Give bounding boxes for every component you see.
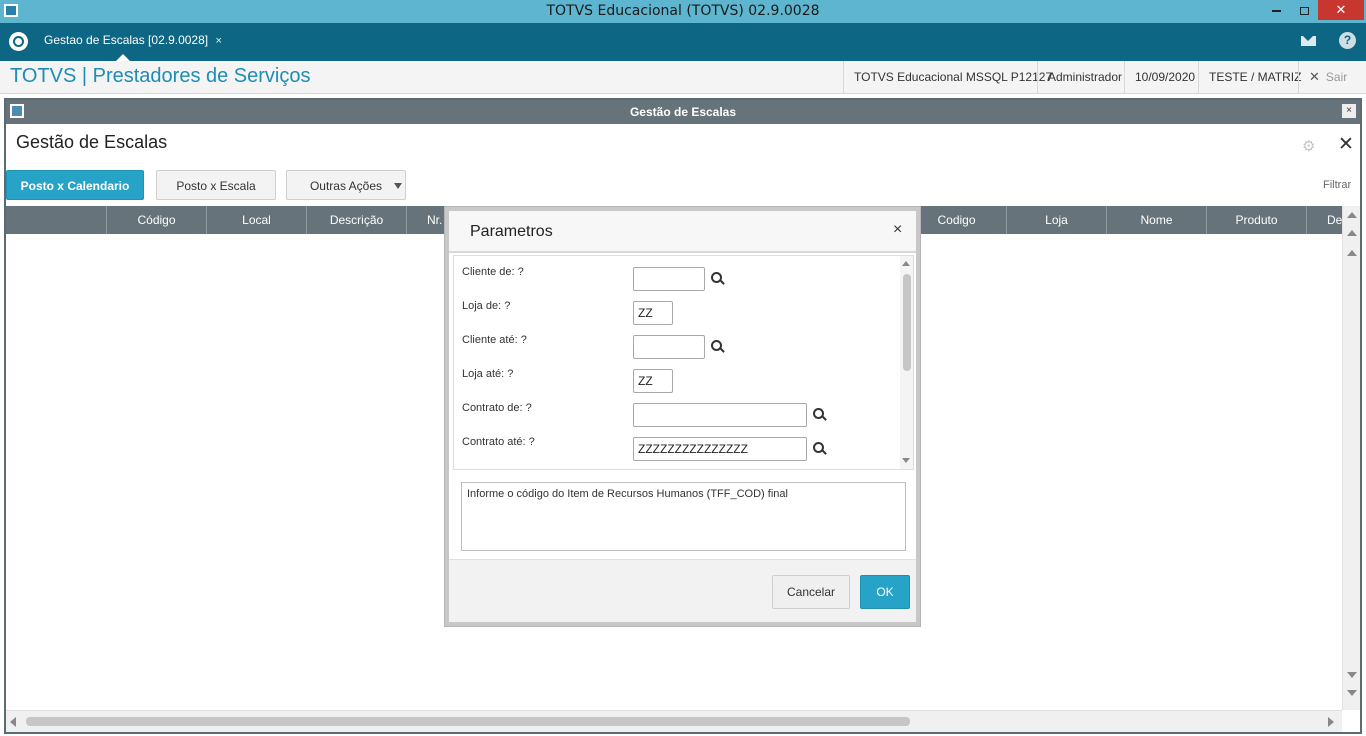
params-panel: Cliente de: ? Loja de: ? ZZ Cliente até:… xyxy=(453,255,914,470)
cliente-ate-input[interactable] xyxy=(633,335,705,359)
logout-icon: ✕ xyxy=(1309,69,1320,84)
scroll-up-icon[interactable] xyxy=(902,261,910,266)
ok-button[interactable]: OK xyxy=(860,575,910,609)
grid-col-codigo-cliente[interactable]: Codigo xyxy=(906,206,1006,234)
outras-acoes-button[interactable]: Outras Ações xyxy=(286,170,406,200)
grid-col-codigo[interactable]: Código xyxy=(106,206,206,234)
scroll-down-icon[interactable] xyxy=(902,458,910,463)
scroll-down-icon[interactable] xyxy=(1347,672,1357,678)
tab-label: Gestao de Escalas [02.9.0028] xyxy=(44,33,209,47)
param-label-loja-ate: Loja até: ? xyxy=(462,368,514,380)
loja-de-input[interactable]: ZZ xyxy=(633,301,673,325)
loja-ate-input[interactable]: ZZ xyxy=(633,369,673,393)
window-titlebar: TOTVS Educacional (TOTVS) 02.9.0028 ✕ xyxy=(0,0,1366,23)
param-label-loja-de: Loja de: ? xyxy=(462,300,511,312)
search-icon[interactable] xyxy=(813,442,827,456)
scroll-bottom-icon[interactable] xyxy=(1347,690,1357,696)
totvs-logo-icon[interactable] xyxy=(9,32,28,51)
branch-info: TESTE / MATRIZ xyxy=(1198,61,1311,93)
environment-info: TOTVS Educacional MSSQL P12127 xyxy=(843,61,1062,93)
module-header: TOTVS | Prestadores de Serviços TOTVS Ed… xyxy=(0,61,1366,94)
search-icon[interactable] xyxy=(711,340,725,354)
inner-window-header: Gestão de Escalas × xyxy=(6,100,1360,124)
grid-col-nome[interactable]: Nome xyxy=(1106,206,1206,234)
restore-icon xyxy=(1299,6,1309,15)
logout-button[interactable]: ✕ Sair xyxy=(1298,61,1357,93)
params-scrollbar[interactable] xyxy=(900,256,913,469)
parameter-help-text: Informe o código do Item de Recursos Hum… xyxy=(461,482,906,551)
tab-close-icon[interactable]: × xyxy=(215,35,221,47)
app-tabbar: Gestao de Escalas [02.9.0028] × ? xyxy=(0,23,1366,61)
dialog-header: Parametros × xyxy=(449,211,916,253)
chevron-down-icon xyxy=(394,183,402,189)
page-title: Gestão de Escalas xyxy=(16,132,168,152)
param-label-cliente-de: Cliente de: ? xyxy=(462,266,524,278)
logout-label: Sair xyxy=(1325,70,1348,84)
horizontal-scroll-thumb[interactable] xyxy=(26,717,910,726)
close-page-button[interactable]: ✕ xyxy=(1338,133,1354,156)
mail-icon[interactable] xyxy=(1301,36,1316,46)
posto-escala-button[interactable]: Posto x Escala xyxy=(156,170,276,200)
close-window-button[interactable]: ✕ xyxy=(1318,0,1364,20)
dialog-close-button[interactable]: × xyxy=(893,221,902,239)
scroll-right-icon[interactable] xyxy=(1328,717,1334,727)
scroll-up-icon[interactable] xyxy=(1347,230,1357,236)
minimize-button[interactable] xyxy=(1262,0,1290,20)
contrato-de-input[interactable] xyxy=(633,403,807,427)
grid-col-produto[interactable]: Produto xyxy=(1206,206,1306,234)
filter-link[interactable]: Filtrar xyxy=(1323,179,1351,191)
scroll-up-small-icon[interactable] xyxy=(1347,250,1357,256)
grid-col-local[interactable]: Local xyxy=(206,206,306,234)
outras-acoes-label: Outras Ações xyxy=(309,179,383,193)
close-icon: ✕ xyxy=(1335,2,1347,17)
tab-gestao-escalas[interactable]: Gestao de Escalas [02.9.0028] × xyxy=(38,23,228,61)
cliente-de-input[interactable] xyxy=(633,267,705,291)
grid-col-descricao[interactable]: Descrição xyxy=(306,206,406,234)
param-label-contrato-ate: Contrato até: ? xyxy=(462,436,535,448)
restore-button[interactable] xyxy=(1290,0,1318,20)
parametros-dialog: Parametros × Cliente de: ? Loja de: ? ZZ… xyxy=(445,207,920,626)
cancel-button[interactable]: Cancelar xyxy=(772,575,850,609)
gear-icon[interactable]: ⚙ xyxy=(1302,137,1315,155)
inner-window-close-button[interactable]: × xyxy=(1342,104,1356,118)
minimize-icon xyxy=(1271,9,1281,12)
user-info: Administrador xyxy=(1037,61,1132,93)
date-info: 10/09/2020 xyxy=(1124,61,1205,93)
scroll-top-icon[interactable] xyxy=(1347,212,1357,218)
window-title: TOTVS Educacional (TOTVS) 02.9.0028 xyxy=(546,3,820,19)
posto-calendario-button[interactable]: Posto x Calendario xyxy=(6,170,144,200)
grid-col-blank xyxy=(6,206,106,234)
search-icon[interactable] xyxy=(813,408,827,422)
grid-col-de[interactable]: De xyxy=(1306,206,1342,234)
module-title: TOTVS | Prestadores de Serviços xyxy=(10,65,311,87)
scroll-left-icon[interactable] xyxy=(10,717,16,727)
contrato-ate-input[interactable]: ZZZZZZZZZZZZZZZ xyxy=(633,437,807,461)
grid-horizontal-scrollbar[interactable] xyxy=(6,710,1342,732)
help-icon[interactable]: ? xyxy=(1339,32,1356,49)
param-label-contrato-de: Contrato de: ? xyxy=(462,402,532,414)
grid-col-loja[interactable]: Loja xyxy=(1006,206,1106,234)
param-label-cliente-ate: Cliente até: ? xyxy=(462,334,527,346)
grid-vertical-scrollbar[interactable] xyxy=(1342,206,1360,710)
inner-window-title: Gestão de Escalas xyxy=(629,105,737,119)
dialog-title: Parametros xyxy=(470,223,553,240)
dialog-footer: Cancelar OK xyxy=(449,559,916,622)
params-scroll-thumb[interactable] xyxy=(903,274,911,371)
search-icon[interactable] xyxy=(711,272,725,286)
